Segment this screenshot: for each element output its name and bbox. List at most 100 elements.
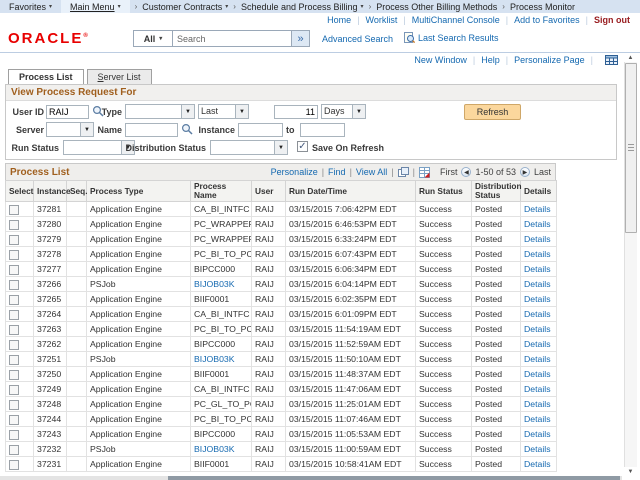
scroll-up-icon[interactable]: ▲ (624, 53, 637, 62)
row-select-checkbox[interactable] (9, 370, 19, 380)
row-select-checkbox[interactable] (9, 430, 19, 440)
scrollbar-thumb[interactable] (625, 63, 637, 233)
scrollbar-track[interactable] (624, 62, 637, 467)
next-page-icon[interactable]: ▶ (520, 167, 530, 177)
row-select-checkbox[interactable] (9, 355, 19, 365)
row-select-checkbox[interactable] (9, 460, 19, 470)
distribution-status-label: Distribution Status (114, 143, 206, 153)
details-link[interactable]: Details (524, 234, 551, 244)
process-name-link[interactable]: BIJOB03K (194, 279, 235, 289)
vertical-scrollbar[interactable]: ▲ ▼ (624, 53, 637, 476)
save-on-refresh-checkbox[interactable]: ✓ (297, 141, 308, 152)
row-select-checkbox[interactable] (9, 325, 19, 335)
days-unit-select[interactable]: Days▼ (321, 104, 366, 119)
details-link[interactable]: Details (524, 384, 551, 394)
run-status-cell: Success (416, 412, 472, 427)
utility-link-multichannel-console[interactable]: MultiChannel Console (412, 15, 500, 25)
process-name-cell: PC_GL_TO_PC (191, 397, 252, 412)
scroll-down-icon[interactable]: ▼ (624, 467, 637, 476)
row-select-checkbox[interactable] (9, 235, 19, 245)
breadcrumb-item-process-other-billing-methods[interactable]: Process Other Billing Methods (376, 2, 497, 12)
run-status-cell: Success (416, 367, 472, 382)
details-link[interactable]: Details (524, 399, 551, 409)
instance-from-input[interactable] (238, 123, 283, 137)
details-link[interactable]: Details (524, 429, 551, 439)
details-link[interactable]: Details (524, 264, 551, 274)
favorites-menu[interactable]: Favorites ▾ (0, 0, 61, 13)
details-link[interactable]: Details (524, 369, 551, 379)
row-select-checkbox[interactable] (9, 415, 19, 425)
search-input[interactable] (173, 30, 292, 47)
details-link[interactable]: Details (524, 249, 551, 259)
tab-process-list[interactable]: Process List (8, 69, 84, 84)
details-link[interactable]: Details (524, 219, 551, 229)
popout-grid-icon[interactable] (398, 167, 409, 177)
main-menu[interactable]: Main Menu ▾ (61, 0, 130, 13)
pager-first[interactable]: First (440, 167, 458, 177)
process-name-link[interactable]: BIJOB03K (194, 354, 235, 364)
row-select-checkbox[interactable] (9, 280, 19, 290)
row-select-checkbox[interactable] (9, 220, 19, 230)
search-go-button[interactable]: » (292, 30, 310, 47)
page-link-new-window[interactable]: New Window (414, 55, 467, 65)
groupbox-body: User ID Type ▼ Last▼ Days▼ Refresh Serve… (6, 101, 616, 159)
details-link[interactable]: Details (524, 204, 551, 214)
column-header-user: User (252, 181, 286, 202)
view-all-link[interactable]: View All (356, 167, 387, 177)
horizontal-scrollbar[interactable] (0, 476, 622, 480)
table-row: 37248Application EnginePC_GL_TO_PCRAIJ03… (6, 397, 557, 412)
sign-out-link[interactable]: Sign out (594, 15, 630, 25)
breadcrumb-item-schedule-and-process-billing[interactable]: Schedule and Process Billing▾ (241, 2, 364, 12)
previous-page-icon[interactable]: ◀ (461, 167, 471, 177)
row-select-checkbox[interactable] (9, 400, 19, 410)
process-name-link[interactable]: BIJOB03K (194, 444, 235, 454)
pager-last[interactable]: Last (534, 167, 551, 177)
row-select-checkbox[interactable] (9, 295, 19, 305)
row-select-checkbox[interactable] (9, 265, 19, 275)
last-search-results[interactable]: Last Search Results (404, 32, 499, 43)
select-cell (6, 367, 34, 382)
distribution-status-select[interactable]: ▼ (210, 140, 288, 155)
details-link[interactable]: Details (524, 279, 551, 289)
row-select-checkbox[interactable] (9, 445, 19, 455)
refresh-button[interactable]: Refresh (464, 104, 521, 120)
page-link-personalize-page[interactable]: Personalize Page (514, 55, 585, 65)
find-link[interactable]: Find (328, 167, 346, 177)
details-link[interactable]: Details (524, 459, 551, 469)
breadcrumb-item-customer-contracts[interactable]: Customer Contracts▾ (142, 2, 228, 12)
details-link[interactable]: Details (524, 324, 551, 334)
utility-link-home[interactable]: Home (327, 15, 351, 25)
view-process-request-groupbox: View Process Request For User ID Type ▼ … (5, 84, 617, 160)
row-select-checkbox[interactable] (9, 385, 19, 395)
tab-server-list[interactable]: Server List (87, 69, 152, 84)
search-scope-dropdown[interactable]: All ▾ (133, 30, 173, 47)
details-link[interactable]: Details (524, 444, 551, 454)
type-select[interactable]: ▼ (125, 104, 195, 119)
name-input[interactable] (125, 123, 178, 137)
row-select-checkbox[interactable] (9, 310, 19, 320)
table-row: 37251PSJobBIJOB03KRAIJ03/15/2015 11:50:1… (6, 352, 557, 367)
row-select-checkbox[interactable] (9, 340, 19, 350)
last-select[interactable]: Last▼ (198, 104, 249, 119)
advanced-search-link[interactable]: Advanced Search (322, 34, 393, 44)
row-select-checkbox[interactable] (9, 205, 19, 215)
process-name-text: BIIF0001 (194, 459, 229, 469)
utility-link-add-to-favorites[interactable]: Add to Favorites (514, 15, 580, 25)
utility-link-worklist[interactable]: Worklist (366, 15, 398, 25)
select-cell (6, 457, 34, 472)
name-lookup-icon[interactable] (181, 123, 193, 135)
days-count-input[interactable] (274, 105, 318, 119)
breadcrumb-item-process-monitor[interactable]: Process Monitor (510, 2, 575, 12)
page-link-help[interactable]: Help (481, 55, 500, 65)
download-to-excel-icon[interactable] (419, 167, 430, 178)
details-link[interactable]: Details (524, 294, 551, 304)
details-link[interactable]: Details (524, 309, 551, 319)
details-link[interactable]: Details (524, 339, 551, 349)
details-link[interactable]: Details (524, 354, 551, 364)
instance-to-input[interactable] (300, 123, 345, 137)
horizontal-scrollbar-thumb[interactable] (168, 476, 620, 480)
row-select-checkbox[interactable] (9, 250, 19, 260)
personalize-link[interactable]: Personalize (271, 167, 318, 177)
details-link[interactable]: Details (524, 414, 551, 424)
copy-url-icon[interactable] (605, 55, 618, 65)
